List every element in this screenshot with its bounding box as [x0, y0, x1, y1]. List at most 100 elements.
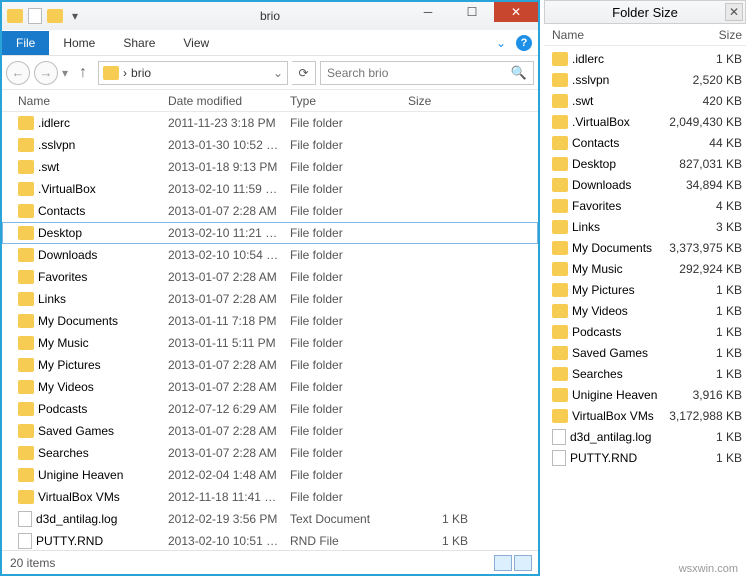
- file-row[interactable]: .swt2013-01-18 9:13 PMFile folder: [2, 156, 538, 178]
- view-details-button[interactable]: [494, 555, 512, 571]
- panel-row[interactable]: Podcasts1 KB: [544, 321, 746, 342]
- maximize-button[interactable]: ☐: [450, 2, 494, 22]
- nav-bar: ← → ▾ ↑ › brio ⌄ ⟳ 🔍: [2, 56, 538, 90]
- file-row[interactable]: My Music2013-01-11 5:11 PMFile folder: [2, 332, 538, 354]
- file-icon: [552, 429, 566, 445]
- panel-row[interactable]: My Documents3,373,975 KB: [544, 237, 746, 258]
- minimize-button[interactable]: ─: [406, 2, 450, 22]
- col-type[interactable]: Type: [290, 94, 408, 108]
- file-row[interactable]: .idlerc2011-11-23 3:18 PMFile folder: [2, 112, 538, 134]
- file-icon: [18, 533, 32, 549]
- title-bar[interactable]: ▾ brio ─ ☐ ✕: [2, 2, 538, 30]
- file-row[interactable]: Saved Games2013-01-07 2:28 AMFile folder: [2, 420, 538, 442]
- panel-col-name[interactable]: Name: [552, 28, 662, 42]
- panel-row[interactable]: Contacts44 KB: [544, 132, 746, 153]
- file-list[interactable]: .idlerc2011-11-23 3:18 PMFile folder.ssl…: [2, 112, 538, 550]
- file-name: Contacts: [38, 204, 85, 218]
- panel-row[interactable]: Desktop827,031 KB: [544, 153, 746, 174]
- panel-column-headers[interactable]: Name Size: [544, 24, 746, 46]
- panel-row[interactable]: My Music292,924 KB: [544, 258, 746, 279]
- file-row[interactable]: Downloads2013-02-10 10:54 …File folder: [2, 244, 538, 266]
- file-row[interactable]: Podcasts2012-07-12 6:29 AMFile folder: [2, 398, 538, 420]
- folder-icon[interactable]: [6, 7, 24, 25]
- panel-row[interactable]: .sslvpn2,520 KB: [544, 69, 746, 90]
- view-large-icons-button[interactable]: [514, 555, 532, 571]
- refresh-button[interactable]: ⟳: [292, 61, 316, 85]
- panel-row[interactable]: d3d_antilag.log1 KB: [544, 426, 746, 447]
- file-row[interactable]: Links2013-01-07 2:28 AMFile folder: [2, 288, 538, 310]
- file-row[interactable]: Favorites2013-01-07 2:28 AMFile folder: [2, 266, 538, 288]
- panel-row[interactable]: .idlerc1 KB: [544, 48, 746, 69]
- breadcrumb[interactable]: › brio ⌄: [98, 61, 288, 85]
- panel-row[interactable]: Saved Games1 KB: [544, 342, 746, 363]
- expand-ribbon-icon[interactable]: ⌄: [496, 36, 506, 50]
- panel-row[interactable]: Favorites4 KB: [544, 195, 746, 216]
- file-tab[interactable]: File: [2, 31, 49, 55]
- panel-row[interactable]: Links3 KB: [544, 216, 746, 237]
- panel-row[interactable]: My Pictures1 KB: [544, 279, 746, 300]
- file-row[interactable]: PUTTY.RND2013-02-10 10:51 …RND File1 KB: [2, 530, 538, 550]
- column-headers[interactable]: Name Date modified Type Size: [2, 90, 538, 112]
- file-row[interactable]: d3d_antilag.log2012-02-19 3:56 PMText Do…: [2, 508, 538, 530]
- tab-share[interactable]: Share: [109, 31, 169, 55]
- history-dropdown-icon[interactable]: ▾: [62, 66, 68, 80]
- panel-close-button[interactable]: ✕: [725, 3, 743, 21]
- breadcrumb-chevron[interactable]: ›: [123, 66, 127, 80]
- panel-row[interactable]: Unigine Heaven3,916 KB: [544, 384, 746, 405]
- search-input[interactable]: [327, 66, 507, 80]
- panel-row[interactable]: My Videos1 KB: [544, 300, 746, 321]
- tab-home[interactable]: Home: [49, 31, 109, 55]
- panel-item-size: 3,373,975 KB: [662, 241, 742, 255]
- up-button[interactable]: ↑: [72, 62, 94, 84]
- file-row[interactable]: Contacts2013-01-07 2:28 AMFile folder: [2, 200, 538, 222]
- open-folder-icon[interactable]: [46, 7, 64, 25]
- close-button[interactable]: ✕: [494, 2, 538, 22]
- back-button[interactable]: ←: [6, 61, 30, 85]
- panel-row[interactable]: Downloads34,894 KB: [544, 174, 746, 195]
- file-name: My Music: [38, 336, 89, 350]
- folder-icon: [552, 388, 568, 402]
- tab-view[interactable]: View: [169, 31, 223, 55]
- file-row[interactable]: My Videos2013-01-07 2:28 AMFile folder: [2, 376, 538, 398]
- file-date: 2013-01-07 2:28 AM: [168, 380, 290, 394]
- file-row[interactable]: Unigine Heaven2012-02-04 1:48 AMFile fol…: [2, 464, 538, 486]
- panel-col-size[interactable]: Size: [662, 28, 742, 42]
- file-row[interactable]: .sslvpn2013-01-30 10:52 …File folder: [2, 134, 538, 156]
- file-row[interactable]: My Pictures2013-01-07 2:28 AMFile folder: [2, 354, 538, 376]
- panel-item-name: Favorites: [572, 199, 621, 213]
- file-row[interactable]: My Documents2013-01-11 7:18 PMFile folde…: [2, 310, 538, 332]
- file-type: File folder: [290, 336, 408, 350]
- new-folder-icon[interactable]: [26, 7, 44, 25]
- file-row[interactable]: Desktop2013-02-10 11:21 …File folder: [2, 222, 538, 244]
- help-button[interactable]: ?: [516, 35, 532, 51]
- col-name[interactable]: Name: [18, 94, 168, 108]
- panel-row[interactable]: Searches1 KB: [544, 363, 746, 384]
- search-box[interactable]: 🔍: [320, 61, 534, 85]
- folder-icon: [552, 409, 568, 423]
- panel-row[interactable]: VirtualBox VMs3,172,988 KB: [544, 405, 746, 426]
- breadcrumb-dropdown-icon[interactable]: ⌄: [273, 66, 283, 80]
- search-icon[interactable]: 🔍: [511, 65, 527, 81]
- panel-row[interactable]: .swt420 KB: [544, 90, 746, 111]
- panel-title-bar[interactable]: Folder Size ✕: [544, 0, 746, 24]
- folder-icon: [103, 66, 119, 80]
- breadcrumb-path[interactable]: brio: [131, 66, 151, 80]
- col-size[interactable]: Size: [408, 94, 538, 108]
- panel-list[interactable]: .idlerc1 KB.sslvpn2,520 KB.swt420 KB.Vir…: [544, 46, 746, 468]
- folder-icon: [18, 446, 34, 460]
- status-bar: 20 items: [2, 550, 538, 574]
- file-row[interactable]: .VirtualBox2013-02-10 11:59 …File folder: [2, 178, 538, 200]
- folder-icon: [18, 292, 34, 306]
- qat-dropdown-icon[interactable]: ▾: [66, 7, 84, 25]
- forward-button[interactable]: →: [34, 61, 58, 85]
- file-type: File folder: [290, 292, 408, 306]
- folder-icon: [552, 199, 568, 213]
- panel-row[interactable]: .VirtualBox2,049,430 KB: [544, 111, 746, 132]
- panel-item-name: Podcasts: [572, 325, 621, 339]
- file-row[interactable]: Searches2013-01-07 2:28 AMFile folder: [2, 442, 538, 464]
- file-name: .sslvpn: [38, 138, 75, 152]
- file-row[interactable]: VirtualBox VMs2012-11-18 11:41 …File fol…: [2, 486, 538, 508]
- panel-row[interactable]: PUTTY.RND1 KB: [544, 447, 746, 468]
- col-date[interactable]: Date modified: [168, 94, 290, 108]
- folder-icon: [18, 248, 34, 262]
